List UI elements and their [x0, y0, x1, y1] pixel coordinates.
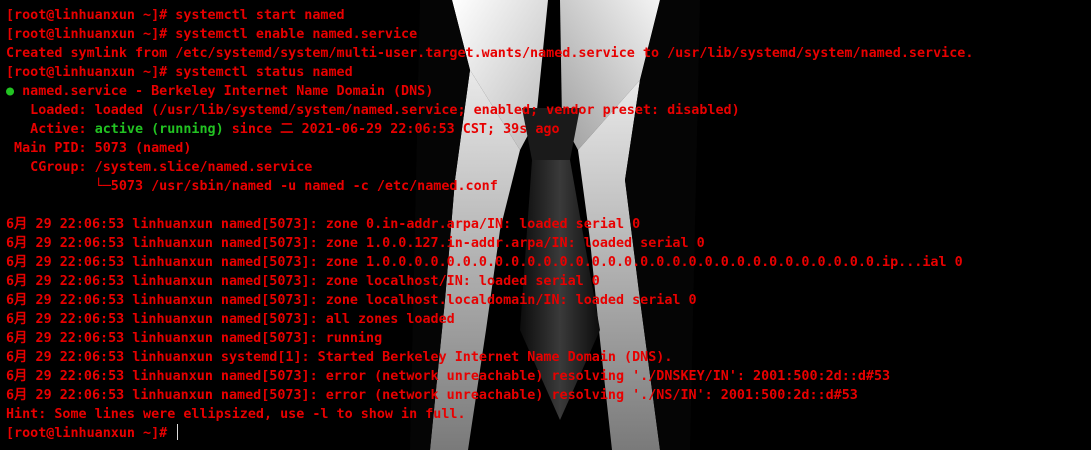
terminal-line: 6月 29 22:06:53 linhuanxun systemd[1]: St…	[6, 350, 673, 365]
terminal-line: Created symlink from /etc/systemd/system…	[6, 46, 974, 61]
terminal-line: Hint: Some lines were ellipsized, use -l…	[6, 407, 466, 422]
terminal-line: ● named.service - Berkeley Internet Name…	[6, 82, 1091, 101]
prompt-line[interactable]: [root@linhuanxun ~]#	[6, 424, 1091, 443]
terminal-line: [root@linhuanxun ~]# systemctl start nam…	[6, 8, 345, 23]
terminal-line: Loaded: loaded (/usr/lib/systemd/system/…	[6, 103, 740, 118]
terminal-line: 6月 29 22:06:53 linhuanxun named[5073]: z…	[6, 293, 697, 308]
active-status: active (running)	[94, 122, 224, 137]
shell-prompt: [root@linhuanxun ~]#	[6, 426, 176, 441]
terminal-line: 6月 29 22:06:53 linhuanxun named[5073]: e…	[6, 369, 891, 384]
terminal-line: 6月 29 22:06:53 linhuanxun named[5073]: z…	[6, 255, 963, 270]
terminal-line: 6月 29 22:06:53 linhuanxun named[5073]: z…	[6, 217, 641, 232]
terminal-line: 6月 29 22:06:53 linhuanxun named[5073]: e…	[6, 388, 858, 403]
terminal-line: CGroup: /system.slice/named.service	[6, 160, 313, 175]
active-since: since 二 2021-06-29 22:06:53 CST; 39s ago	[223, 122, 560, 137]
terminal-line: 6月 29 22:06:53 linhuanxun named[5073]: a…	[6, 312, 455, 327]
terminal-line: └─5073 /usr/sbin/named -u named -c /etc/…	[6, 179, 498, 194]
service-title: named.service - Berkeley Internet Name D…	[14, 84, 434, 99]
active-label: Active:	[6, 122, 95, 137]
terminal-line: [root@linhuanxun ~]# systemctl enable na…	[6, 27, 418, 42]
terminal-line: 6月 29 22:06:53 linhuanxun named[5073]: r…	[6, 331, 383, 346]
terminal-output[interactable]: [root@linhuanxun ~]# systemctl start nam…	[6, 6, 1091, 443]
terminal-line: [root@linhuanxun ~]# systemctl status na…	[6, 65, 353, 80]
terminal-line: 6月 29 22:06:53 linhuanxun named[5073]: z…	[6, 236, 705, 251]
text-cursor	[177, 424, 179, 440]
terminal-line: Main PID: 5073 (named)	[6, 141, 192, 156]
terminal-line: 6月 29 22:06:53 linhuanxun named[5073]: z…	[6, 274, 600, 289]
status-dot-icon: ●	[6, 84, 15, 99]
terminal-line: Active: active (running) since 二 2021-06…	[6, 120, 1091, 139]
